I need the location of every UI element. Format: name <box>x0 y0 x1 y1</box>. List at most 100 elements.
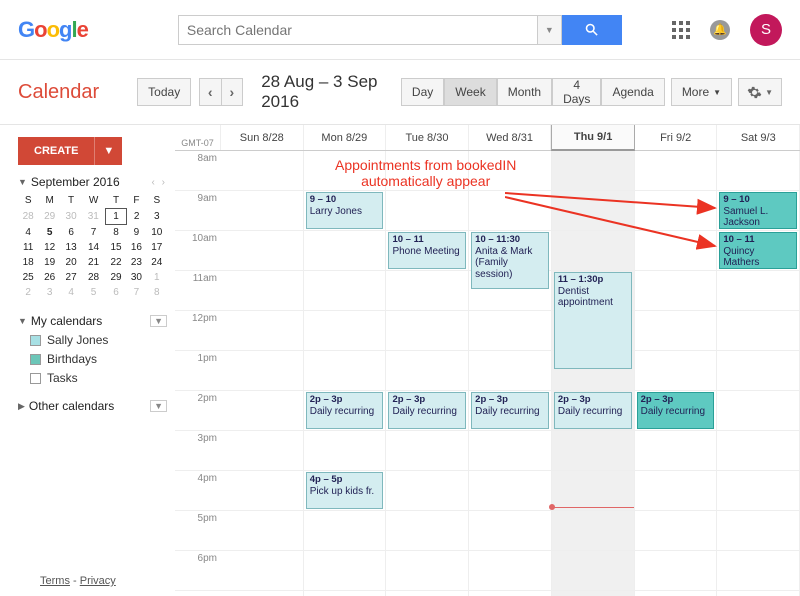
create-dropdown[interactable]: ▼ <box>94 137 122 165</box>
apps-icon[interactable] <box>672 21 690 39</box>
my-calendars-label[interactable]: My calendars <box>31 314 102 328</box>
mini-day[interactable]: 15 <box>106 240 126 255</box>
mini-day[interactable]: 17 <box>147 240 167 255</box>
mini-day[interactable]: 19 <box>38 255 61 270</box>
notifications-icon[interactable]: 🔔 <box>710 20 730 40</box>
mini-day[interactable]: 14 <box>81 240 106 255</box>
calendar-event[interactable]: 2p – 3pDaily recurring <box>554 392 632 429</box>
calendar-item[interactable]: Sally Jones <box>30 333 167 347</box>
mini-day[interactable]: 3 <box>147 209 167 225</box>
privacy-link[interactable]: Privacy <box>80 575 116 587</box>
prev-button[interactable]: ‹ <box>199 78 222 106</box>
calendar-event[interactable]: 9 – 10Larry Jones <box>306 192 384 229</box>
calendar-event[interactable]: 2p – 3pDaily recurring <box>306 392 384 429</box>
my-calendars-menu[interactable]: ▼ <box>150 315 167 327</box>
search-input[interactable] <box>178 15 538 45</box>
search-dropdown[interactable]: ▼ <box>538 15 562 45</box>
day-column[interactable]: 10 – 11:30Anita & Mark (Family session) 2… <box>469 151 552 596</box>
mini-day[interactable]: 2 <box>126 209 146 225</box>
mini-day[interactable]: 12 <box>38 240 61 255</box>
mini-day[interactable]: 23 <box>126 255 146 270</box>
mini-day[interactable]: 1 <box>147 270 167 285</box>
mini-day[interactable]: 29 <box>38 209 61 225</box>
mini-day[interactable]: 13 <box>61 240 81 255</box>
view-tab-4-days[interactable]: 4 Days <box>552 78 601 106</box>
mini-day[interactable]: 31 <box>81 209 106 225</box>
calendar-event[interactable]: 2p – 3pDaily recurring <box>637 392 715 429</box>
calendar-event[interactable]: 11 – 1:30pDentist appointment <box>554 272 632 369</box>
create-button[interactable]: CREATE <box>18 137 94 165</box>
mini-day[interactable]: 28 <box>18 209 38 225</box>
mini-day[interactable]: 4 <box>61 285 81 300</box>
day-header[interactable]: Mon 8/29 <box>304 125 387 150</box>
event-time: 4p – 5p <box>310 475 380 486</box>
mini-day[interactable]: 7 <box>81 225 106 241</box>
chevron-down-icon[interactable]: ▼ <box>18 177 27 187</box>
mini-day[interactable]: 10 <box>147 225 167 241</box>
calendar-event[interactable]: 10 – 11Phone Meeting <box>388 232 466 269</box>
mini-day[interactable]: 28 <box>81 270 106 285</box>
calendar-event[interactable]: 10 – 11Quincy Mathers <box>719 232 797 269</box>
view-tab-week[interactable]: Week <box>444 78 496 106</box>
mini-day[interactable]: 25 <box>18 270 38 285</box>
day-column[interactable]: 10 – 11Phone Meeting 2p – 3pDaily recurri… <box>386 151 469 596</box>
mini-day[interactable]: 8 <box>106 225 126 241</box>
terms-link[interactable]: Terms <box>40 575 70 587</box>
day-column[interactable] <box>221 151 304 596</box>
day-column[interactable]: 2p – 3pDaily recurring <box>635 151 718 596</box>
mini-day[interactable]: 29 <box>106 270 126 285</box>
more-button[interactable]: More ▼ <box>671 78 732 106</box>
today-button[interactable]: Today <box>137 78 191 106</box>
mini-day[interactable]: 3 <box>38 285 61 300</box>
day-header[interactable]: Sat 9/3 <box>717 125 800 150</box>
mini-day[interactable]: 7 <box>126 285 146 300</box>
mini-day[interactable]: 18 <box>18 255 38 270</box>
mini-day[interactable]: 9 <box>126 225 146 241</box>
day-column[interactable]: 11 – 1:30pDentist appointment 2p – 3pDail… <box>552 151 635 596</box>
google-logo[interactable]: Google <box>18 17 88 43</box>
mini-day[interactable]: 27 <box>61 270 81 285</box>
day-column[interactable]: 9 – 10Samuel L. Jackson10 – 11Quincy Mat… <box>717 151 800 596</box>
avatar[interactable]: S <box>750 14 782 46</box>
calendar-item[interactable]: Tasks <box>30 371 167 385</box>
settings-button[interactable]: ▼ <box>738 78 782 106</box>
mini-day[interactable]: 2 <box>18 285 38 300</box>
mini-day[interactable]: 1 <box>106 209 126 225</box>
mini-day[interactable]: 4 <box>18 225 38 241</box>
view-tab-day[interactable]: Day <box>401 78 444 106</box>
mini-day[interactable]: 6 <box>106 285 126 300</box>
calendar-event[interactable]: 4p – 5pPick up kids fr. <box>306 472 384 509</box>
mini-prev[interactable]: ‹ <box>152 177 157 188</box>
day-header[interactable]: Thu 9/1 <box>551 125 635 151</box>
mini-day[interactable]: 20 <box>61 255 81 270</box>
day-header[interactable]: Sun 8/28 <box>221 125 304 150</box>
day-header[interactable]: Wed 8/31 <box>469 125 552 150</box>
view-tab-agenda[interactable]: Agenda <box>601 78 664 106</box>
mini-day[interactable]: 11 <box>18 240 38 255</box>
mini-day[interactable]: 16 <box>126 240 146 255</box>
calendar-item[interactable]: Birthdays <box>30 352 167 366</box>
calendar-event[interactable]: 2p – 3pDaily recurring <box>471 392 549 429</box>
mini-day[interactable]: 30 <box>61 209 81 225</box>
calendar-event[interactable]: 9 – 10Samuel L. Jackson <box>719 192 797 229</box>
mini-day[interactable]: 5 <box>81 285 106 300</box>
calendar-event[interactable]: 2p – 3pDaily recurring <box>388 392 466 429</box>
mini-day[interactable]: 6 <box>61 225 81 241</box>
mini-day[interactable]: 22 <box>106 255 126 270</box>
mini-day[interactable]: 21 <box>81 255 106 270</box>
mini-next[interactable]: › <box>162 177 167 188</box>
calendar-event[interactable]: 10 – 11:30Anita & Mark (Family session) <box>471 232 549 289</box>
other-calendars-menu[interactable]: ▼ <box>150 400 167 412</box>
mini-day[interactable]: 24 <box>147 255 167 270</box>
search-button[interactable] <box>562 15 622 45</box>
next-button[interactable]: › <box>222 78 244 106</box>
other-calendars-label[interactable]: Other calendars <box>29 399 114 413</box>
mini-day[interactable]: 30 <box>126 270 146 285</box>
mini-day[interactable]: 8 <box>147 285 167 300</box>
day-column[interactable]: 9 – 10Larry Jones 2p – 3pDaily recurring 4… <box>304 151 387 596</box>
view-tab-month[interactable]: Month <box>497 78 552 106</box>
mini-day[interactable]: 26 <box>38 270 61 285</box>
day-header[interactable]: Tue 8/30 <box>386 125 469 150</box>
day-header[interactable]: Fri 9/2 <box>635 125 718 150</box>
mini-day[interactable]: 5 <box>38 225 61 241</box>
